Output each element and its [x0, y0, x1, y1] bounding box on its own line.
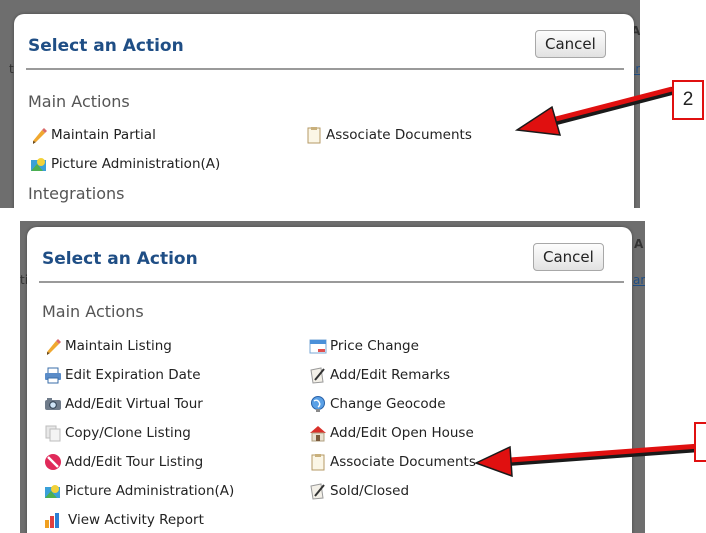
bottom-red-arrow — [474, 443, 704, 478]
step-number-callout: 2 — [694, 422, 706, 462]
annotation-arrows — [474, 86, 704, 478]
step-number-callout: 2 — [672, 80, 704, 120]
top-red-arrow — [514, 86, 676, 136]
